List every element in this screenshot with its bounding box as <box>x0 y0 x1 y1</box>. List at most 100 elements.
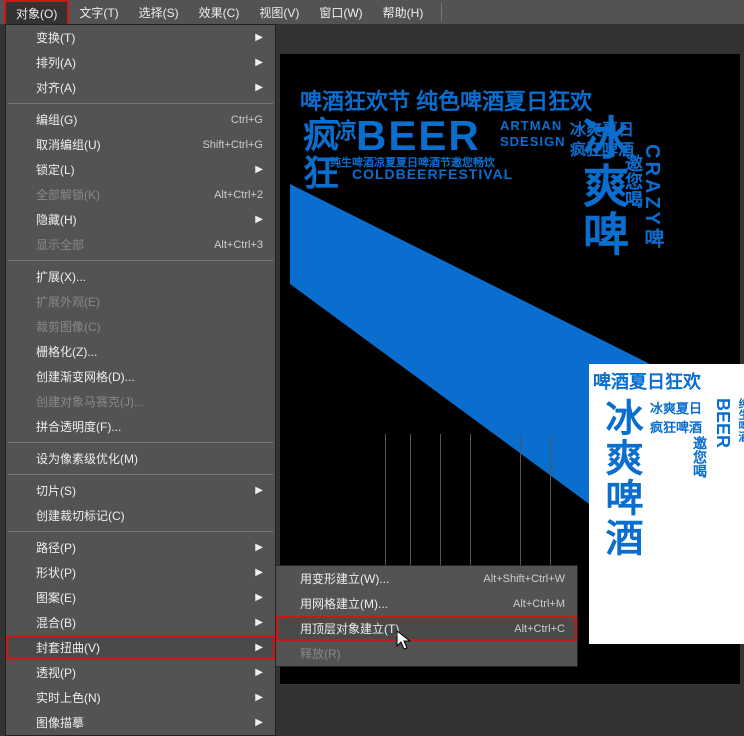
toolbar-divider <box>441 3 459 21</box>
submenu-arrow-icon: ▶ <box>255 82 263 93</box>
submenu-arrow-icon: ▶ <box>255 667 263 678</box>
menu-item-label: 透视(P) <box>36 664 76 681</box>
side-ice2: 疯狂啤酒 <box>650 417 710 436</box>
menu-item[interactable]: 创建裁切标记(C) <box>6 503 275 528</box>
submenu-item[interactable]: 用顶层对象建立(T) Alt+Ctrl+C <box>276 616 577 641</box>
menu-item-label: 图像描摹 <box>36 714 84 731</box>
menubar: 对象(O) 文字(T) 选择(S) 效果(C) 视图(V) 窗口(W) 帮助(H… <box>0 0 744 24</box>
menu-item-label: 实时上色(N) <box>36 689 101 706</box>
submenu-arrow-icon: ▶ <box>255 214 263 225</box>
side-pure: 纯生啤酒 <box>735 398 744 558</box>
menu-item-label: 切片(S) <box>36 482 76 499</box>
submenu-arrow-icon: ▶ <box>255 642 263 653</box>
menu-item[interactable]: 形状(P) ▶ <box>6 560 275 585</box>
art-crazy2: CRAZY啤 <box>638 144 667 251</box>
menu-separator <box>8 474 273 475</box>
menu-item[interactable]: 混合(B)▶ <box>6 610 275 635</box>
menu-item[interactable]: 图像描摹▶ <box>6 710 275 735</box>
menu-shortcut: Shift+Ctrl+G <box>202 139 263 151</box>
menubar-help[interactable]: 帮助(H) <box>373 1 434 24</box>
menu-item-label: 显示全部 <box>36 236 84 253</box>
menu-item[interactable]: 对齐(A) ▶ <box>6 75 275 100</box>
menu-item[interactable]: 取消编组(U) Shift+Ctrl+G <box>6 132 275 157</box>
menu-item[interactable]: 栅格化(Z)... <box>6 339 275 364</box>
menu-item[interactable]: 封套扭曲(V) ▶ <box>6 635 275 660</box>
menu-item[interactable]: 隐藏(H)▶ <box>6 207 275 232</box>
menu-item[interactable]: 路径(P) ▶ <box>6 535 275 560</box>
submenu-item[interactable]: 用网格建立(M)...Alt+Ctrl+M <box>276 591 577 616</box>
menu-item-label: 变换(T) <box>36 29 75 46</box>
menu-item[interactable]: 实时上色(N)▶ <box>6 685 275 710</box>
menu-item-label: 图案(E) <box>36 589 76 606</box>
submenu-item-label: 用变形建立(W)... <box>300 570 389 587</box>
menu-item[interactable]: 扩展(X)... <box>6 264 275 289</box>
menubar-effect[interactable]: 效果(C) <box>189 1 250 24</box>
menubar-select[interactable]: 选择(S) <box>129 1 189 24</box>
menubar-window[interactable]: 窗口(W) <box>309 1 372 24</box>
menu-item-label: 封套扭曲(V) <box>36 639 100 656</box>
menu-item[interactable]: 变换(T) ▶ <box>6 25 275 50</box>
art-fest: COLDBEERFESTIVAL <box>352 166 513 182</box>
side-beer2: BEER <box>712 398 733 558</box>
menu-shortcut: Ctrl+G <box>231 114 263 126</box>
menu-separator <box>8 260 273 261</box>
submenu-item[interactable]: 用变形建立(W)...Alt+Shift+Ctrl+W <box>276 566 577 591</box>
submenu-item-label: 用顶层对象建立(T) <box>300 620 399 637</box>
submenu-arrow-icon: ▶ <box>255 592 263 603</box>
menu-item-label: 对齐(A) <box>36 79 76 96</box>
submenu-item: 释放(R) <box>276 641 577 666</box>
menu-item: 扩展外观(E) <box>6 289 275 314</box>
menu-separator <box>8 103 273 104</box>
menu-item-label: 裁剪图像(C) <box>36 318 101 335</box>
menu-item[interactable]: 创建渐变网格(D)... <box>6 364 275 389</box>
menu-item[interactable]: 锁定(L) ▶ <box>6 157 275 182</box>
menu-item: 全部解锁(K) Alt+Ctrl+2 <box>6 182 275 207</box>
menu-item: 创建对象马赛克(J)... <box>6 389 275 414</box>
menu-item[interactable]: 切片(S) ▶ <box>6 478 275 503</box>
menubar-object[interactable]: 对象(O) <box>4 0 69 25</box>
menu-item-label: 拼合透明度(F)... <box>36 418 121 435</box>
menu-item[interactable]: 设为像素级优化(M) <box>6 446 275 471</box>
submenu-arrow-icon: ▶ <box>255 485 263 496</box>
menu-item[interactable]: 编组(G) Ctrl+G <box>6 107 275 132</box>
menu-item-label: 创建对象马赛克(J)... <box>36 393 144 410</box>
menu-item-label: 取消编组(U) <box>36 136 101 153</box>
menu-item-label: 混合(B) <box>36 614 76 631</box>
menu-item: 显示全部 Alt+Ctrl+3 <box>6 232 275 257</box>
menu-item-label: 编组(G) <box>36 111 77 128</box>
menubar-view[interactable]: 视图(V) <box>249 1 309 24</box>
menu-shortcut: Alt+Ctrl+3 <box>214 239 263 251</box>
menu-item-label: 排列(A) <box>36 54 76 71</box>
menu-item-label: 扩展(X)... <box>36 268 86 285</box>
art-beer: BEER <box>356 112 481 160</box>
side-headline: 啤酒夏日狂欢 <box>589 364 744 398</box>
menubar-type[interactable]: 文字(T) <box>69 1 128 24</box>
menu-item-label: 全部解锁(K) <box>36 186 100 203</box>
menu-item[interactable]: 排列(A)▶ <box>6 50 275 75</box>
art-artman: ARTMAN <box>500 118 562 133</box>
side-ice1: 冰爽夏日 <box>650 398 710 417</box>
menu-separator <box>8 531 273 532</box>
envelope-distort-submenu: 用变形建立(W)...Alt+Shift+Ctrl+W用网格建立(M)...Al… <box>275 565 578 667</box>
menu-item: 裁剪图像(C) <box>6 314 275 339</box>
menu-item[interactable]: 拼合透明度(F)... <box>6 414 275 439</box>
menu-shortcut: Alt+Ctrl+C <box>514 623 565 635</box>
submenu-arrow-icon: ▶ <box>255 567 263 578</box>
menu-item-label: 形状(P) <box>36 564 76 581</box>
side-huge: 冰爽啤酒 <box>593 398 648 558</box>
side-invite: 邀您喝 <box>650 436 710 478</box>
menu-item-label: 设为像素级优化(M) <box>36 450 138 467</box>
submenu-arrow-icon: ▶ <box>255 164 263 175</box>
object-menu-dropdown: 变换(T)▶排列(A)▶对齐(A)▶编组(G)Ctrl+G取消编组(U)Shif… <box>5 24 276 736</box>
submenu-arrow-icon: ▶ <box>255 32 263 43</box>
menu-item-label: 扩展外观(E) <box>36 293 100 310</box>
menu-item[interactable]: 图案(E) ▶ <box>6 585 275 610</box>
menu-shortcut: Alt+Ctrl+M <box>513 598 565 610</box>
art-sdesign: SDESIGN <box>500 134 566 149</box>
menu-item-label: 路径(P) <box>36 539 76 556</box>
side-artboard: 啤酒夏日狂欢 冰爽啤酒 冰爽夏日 疯狂啤酒 邀您喝 BEER 纯生啤酒 CRAZ… <box>589 364 744 644</box>
submenu-arrow-icon: ▶ <box>255 542 263 553</box>
menu-item[interactable]: 透视(P) ▶ <box>6 660 275 685</box>
menu-shortcut: Alt+Ctrl+2 <box>214 189 263 201</box>
menu-item-label: 锁定(L) <box>36 161 75 178</box>
